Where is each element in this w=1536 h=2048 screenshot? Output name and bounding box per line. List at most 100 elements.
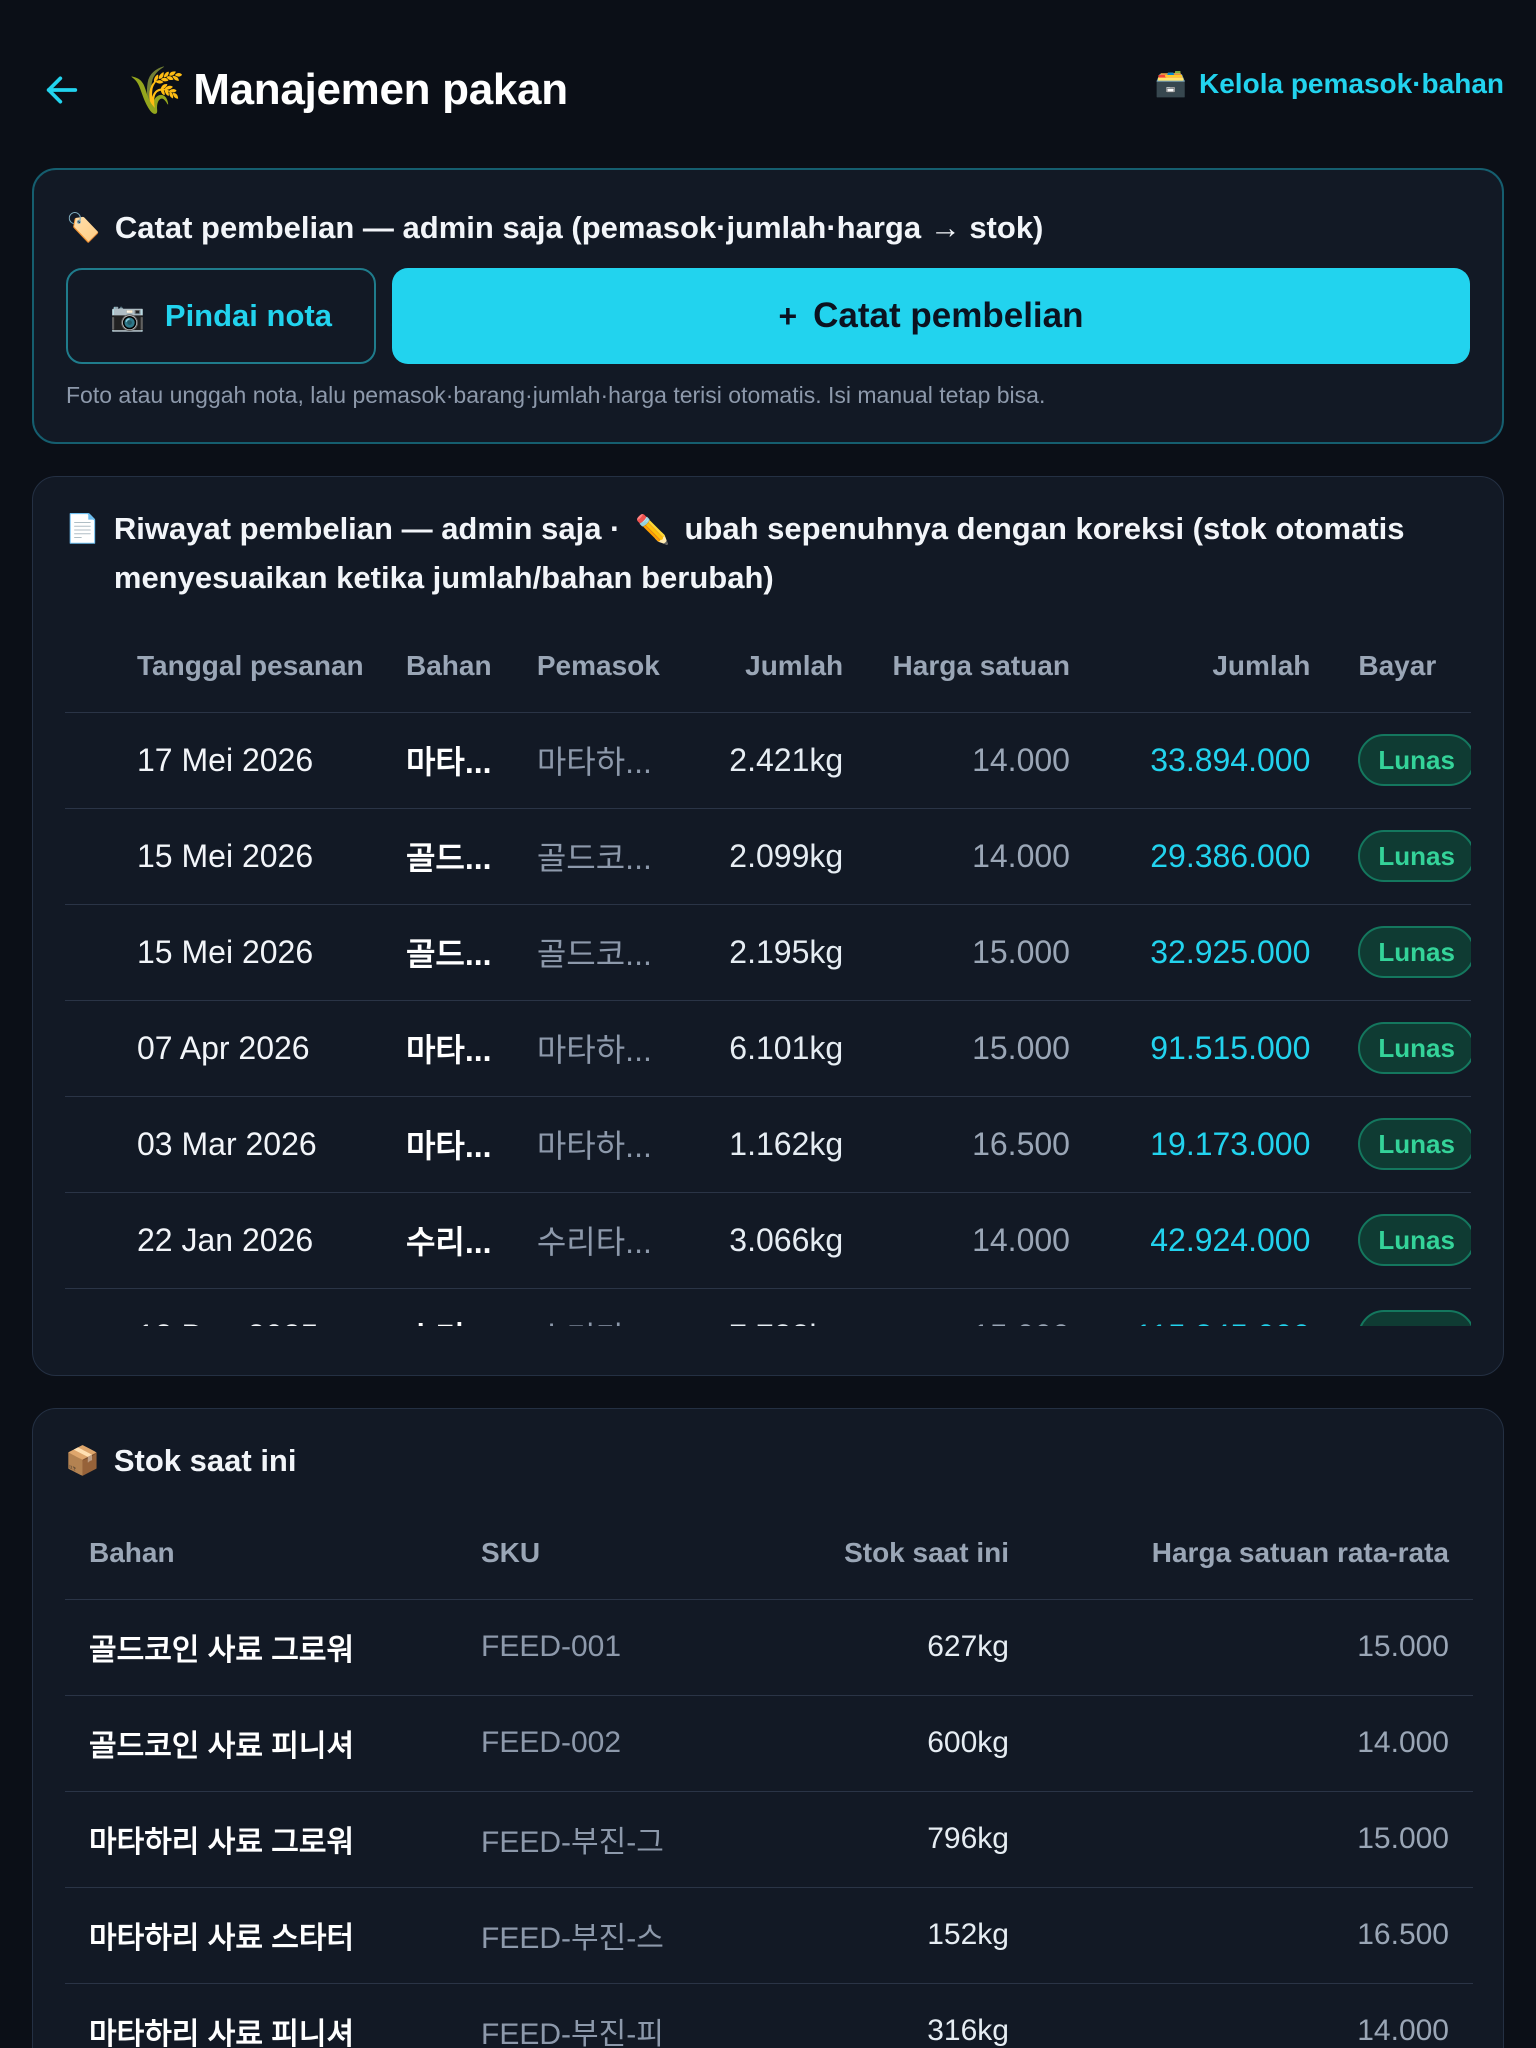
unit-price-cell: 14.000 <box>843 1192 1070 1289</box>
material-cell: 마타... <box>405 712 537 809</box>
col-stock-sku[interactable]: SKU <box>481 1507 745 1600</box>
table-row: 마타하리 사료 피니셔 FEED-부진-피 316kg 14.000 <box>65 1983 1473 2048</box>
current-stock-title-text: Stok saat ini <box>113 1443 297 1478</box>
col-stock-amount[interactable]: Stok saat ini <box>745 1507 1009 1600</box>
table-row: 마타하리 사료 스타터 FEED-부진-스 152kg 16.500 <box>65 1887 1473 1984</box>
stock-avg-price-cell: 16.500 <box>1009 1887 1473 1984</box>
material-cell: 마타... <box>405 1000 537 1097</box>
col-stock-avg-price[interactable]: Harga satuan rata-rata <box>1009 1507 1473 1600</box>
total-cell: 29.386.000 <box>1069 808 1311 905</box>
table-row[interactable]: 13 Des 2025수리수리타7.723kg15.000115.845.000… <box>65 1288 1471 1326</box>
rice-plant-icon: 🌾 <box>128 63 186 117</box>
supplier-cell: 골드코... <box>536 904 712 1001</box>
material-cell: 수리 <box>405 1288 537 1326</box>
plus-icon: + <box>778 297 798 334</box>
record-purchase-title: 🏷️ Catat pembelian — admin saja (pemasok… <box>66 204 1470 252</box>
manage-suppliers-label: Kelola pemasok·bahan <box>1199 68 1504 99</box>
col-quantity[interactable]: Jumlah <box>711 620 844 713</box>
paid-status-badge: Lunas <box>1358 926 1471 978</box>
supplier-cell: 골드코... <box>536 808 712 905</box>
scan-receipt-button[interactable]: 📷 Pindai nota <box>66 268 376 364</box>
stock-material-cell: 마타하리 사료 피니셔 <box>65 1983 481 2048</box>
supplier-cell: 수리타... <box>536 1192 712 1289</box>
payment-cell: Lunas <box>1310 1192 1471 1289</box>
stock-material-cell: 마타하리 사료 그로워 <box>65 1791 481 1888</box>
table-row[interactable]: 15 Mei 2026 골드... 골드코... 2.195kg 15.000 32.92… <box>65 904 1471 1001</box>
stock-material-cell: 마타하리 사료 스타터 <box>65 1887 481 1984</box>
stock-amount-cell: 316kg <box>745 1983 1009 2048</box>
feed-management-page: 🌾 Manajemen pakan 🗃️ Kelola pemasok·baha… <box>0 0 1536 2048</box>
paid-status-badge: Lunas <box>1358 1022 1471 1074</box>
payment-cell: Lunas <box>1310 808 1471 905</box>
col-unit-price[interactable]: Harga satuan <box>843 620 1070 713</box>
purchase-history-title-text: Riwayat pembelian — admin saja · ✏️ ubah… <box>114 505 1471 602</box>
record-purchase-card: 🏷️ Catat pembelian — admin saja (pemasok… <box>32 168 1504 444</box>
paid-status-badge: Lunas <box>1358 1310 1471 1326</box>
total-cell: 19.173.000 <box>1069 1096 1311 1193</box>
unit-price-cell: 16.500 <box>843 1096 1070 1193</box>
purchase-actions: 📷 Pindai nota + Catat pembelian <box>66 268 1470 364</box>
col-material[interactable]: Bahan <box>405 620 537 713</box>
scan-receipt-label: Pindai nota <box>164 298 332 333</box>
stock-sku-cell: FEED-001 <box>481 1599 745 1696</box>
unit-price-cell: 14.000 <box>843 808 1070 905</box>
unit-price-cell: 15.000 <box>843 1000 1070 1097</box>
supplier-cell: 마타하... <box>536 712 712 809</box>
supplier-cell: 마타하... <box>536 1096 712 1193</box>
order-date-cell: 15 Mei 2026 <box>65 904 406 1001</box>
table-row[interactable]: 22 Jan 2026 수리... 수리타... 3.066kg 14.000 42.92… <box>65 1192 1471 1289</box>
payment-cell: Lunas <box>1310 904 1471 1001</box>
col-total[interactable]: Jumlah <box>1069 620 1311 713</box>
pencil-icon: ✏️ <box>635 513 670 546</box>
paid-status-badge: Lunas <box>1358 1214 1471 1266</box>
table-row: 마타하리 사료 그로워 FEED-부진-그 796kg 15.000 <box>65 1791 1473 1888</box>
stock-material-cell: 골드코인 사료 피니셔 <box>65 1695 481 1792</box>
paid-status-badge: Lunas <box>1358 830 1471 882</box>
back-button[interactable] <box>32 60 92 120</box>
current-stock-title: 📦 Stok saat ini <box>65 1437 1471 1485</box>
stock-material-cell: 골드코인 사료 그로워 <box>65 1599 481 1696</box>
col-supplier[interactable]: Pemasok <box>536 620 712 713</box>
package-icon: 📦 <box>65 1444 100 1477</box>
stock-avg-price-cell: 14.000 <box>1009 1983 1473 2048</box>
record-purchase-title-text: Catat pembelian — admin saja (pemasok·ju… <box>114 210 1044 245</box>
stock-avg-price-cell: 15.000 <box>1009 1599 1473 1696</box>
col-order-date[interactable]: Tanggal pesanan <box>65 620 406 713</box>
stock-sku-cell: FEED-부진-그 <box>481 1791 745 1888</box>
history-table-scroll[interactable]: Tanggal pesanan Bahan Pemasok Jumlah Har… <box>65 620 1471 1326</box>
order-date-cell: 07 Apr 2026 <box>65 1000 406 1097</box>
quantity-cell: 1.162kg <box>711 1096 844 1193</box>
material-cell: 골드... <box>405 808 537 905</box>
supplier-cell: 수리타 <box>536 1288 712 1326</box>
stock-sku-cell: FEED-부진-스 <box>481 1887 745 1984</box>
card-box-icon: 🗃️ <box>1154 69 1188 99</box>
quantity-cell: 3.066kg <box>711 1192 844 1289</box>
col-payment[interactable]: Bayar <box>1310 620 1471 713</box>
history-header-row: Tanggal pesanan Bahan Pemasok Jumlah Har… <box>65 620 1471 713</box>
total-cell: 42.924.000 <box>1069 1192 1311 1289</box>
record-purchase-button[interactable]: + Catat pembelian <box>392 268 1470 364</box>
tag-icon: 🏷️ <box>66 211 101 244</box>
manage-suppliers-link[interactable]: 🗃️ Kelola pemasok·bahan <box>1155 68 1504 100</box>
material-cell: 골드... <box>405 904 537 1001</box>
table-row: 골드코인 사료 그로워 FEED-001 627kg 15.000 <box>65 1599 1473 1696</box>
col-stock-material[interactable]: Bahan <box>65 1507 481 1600</box>
current-stock-card: 📦 Stok saat ini Bahan SKU Stok saat ini … <box>32 1408 1504 2048</box>
stock-avg-price-cell: 14.000 <box>1009 1695 1473 1792</box>
record-purchase-label: Catat pembelian <box>813 296 1084 335</box>
payment-cell: Lunas <box>1310 1288 1471 1326</box>
table-row[interactable]: 17 Mei 2026 마타... 마타하... 2.421kg 14.000 33.89… <box>65 712 1471 809</box>
supplier-cell: 마타하... <box>536 1000 712 1097</box>
payment-cell: Lunas <box>1310 1000 1471 1097</box>
table-row[interactable]: 15 Mei 2026 골드... 골드코... 2.099kg 14.000 29.38… <box>65 808 1471 905</box>
paid-status-badge: Lunas <box>1358 1118 1471 1170</box>
quantity-cell: 7.723kg <box>711 1288 844 1326</box>
order-date-cell: 13 Des 2025 <box>65 1288 406 1326</box>
total-cell: 32.925.000 <box>1069 904 1311 1001</box>
table-row[interactable]: 07 Apr 2026 마타... 마타하... 6.101kg 15.000 91.51… <box>65 1000 1471 1097</box>
stock-avg-price-cell: 15.000 <box>1009 1791 1473 1888</box>
scan-hint-text: Foto atau unggah nota, lalu pemasok·bara… <box>66 382 1046 408</box>
payment-cell: Lunas <box>1310 1096 1471 1193</box>
table-row[interactable]: 03 Mar 2026 마타... 마타하... 1.162kg 16.500 19.17… <box>65 1096 1471 1193</box>
order-date-cell: 17 Mei 2026 <box>65 712 406 809</box>
